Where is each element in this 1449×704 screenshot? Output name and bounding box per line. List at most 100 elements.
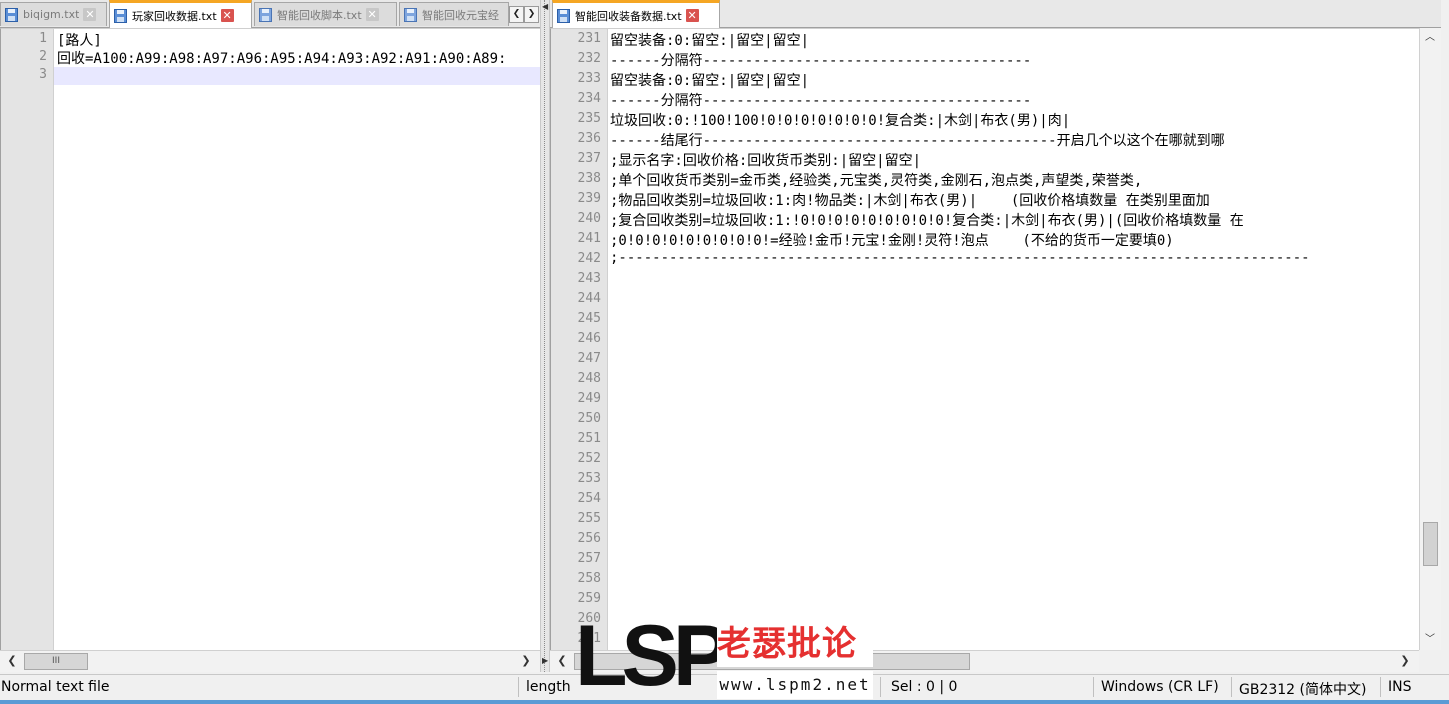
left-horizontal-scrollbar[interactable]: ❮ III ❯ bbox=[0, 650, 540, 672]
line-number: 244 bbox=[577, 291, 601, 306]
tab-scroll-left-icon[interactable]: ❮ bbox=[509, 6, 524, 23]
line-number: 240 bbox=[577, 211, 601, 226]
close-tab-icon[interactable]: ✕ bbox=[365, 8, 379, 21]
line-number: 245 bbox=[577, 311, 601, 326]
tab-label: 智能回收元宝经 bbox=[422, 8, 499, 22]
code-line: ------分隔符-------------------------------… bbox=[610, 93, 1032, 109]
scroll-right-icon[interactable]: ❯ bbox=[518, 653, 534, 669]
close-tab-icon[interactable]: ✕ bbox=[83, 8, 97, 21]
scrollbar-thumb[interactable]: III bbox=[24, 653, 88, 670]
file-save-icon bbox=[259, 7, 272, 22]
line-number-gutter: 231 232 233 234 235 236 237 238 239 240 241 242 243 2… bbox=[551, 29, 608, 650]
right-vertical-scrollbar[interactable]: ︿ ﹀ bbox=[1419, 28, 1441, 650]
window-bottom-edge bbox=[0, 700, 1449, 704]
right-tab-bar: 智能回收装备数据.txt ✕ bbox=[550, 0, 1441, 28]
line-number: 255 bbox=[577, 511, 601, 526]
tab-smart-recycle-yuanbao[interactable]: 智能回收元宝经 bbox=[399, 2, 509, 26]
line-number: 242 bbox=[577, 251, 601, 266]
line-number: 253 bbox=[577, 471, 601, 486]
code-line: 留空装备:0:留空:|留空|留空| bbox=[610, 73, 810, 89]
line-number: 237 bbox=[577, 151, 601, 166]
right-editor-pane: 智能回收装备数据.txt ✕ 231 232 233 234 235 236 237 238 2… bbox=[550, 0, 1441, 672]
tab-scroll-right-icon[interactable]: ❯ bbox=[524, 6, 539, 23]
line-number: 243 bbox=[577, 271, 601, 286]
watermark-url: www.lspm2.net bbox=[717, 671, 873, 699]
line-number: 1 bbox=[39, 31, 47, 46]
scrollbar-thumb[interactable] bbox=[1423, 522, 1438, 566]
tab-label: biqigm.txt bbox=[23, 8, 80, 21]
scroll-up-icon[interactable]: ︿ bbox=[1422, 30, 1438, 46]
code-line: ;0!0!0!0!0!0!0!0!0!=经验!金币!元宝!金刚!灵符!泡点 (不… bbox=[610, 233, 1174, 249]
splitter-grip[interactable] bbox=[544, 0, 547, 672]
line-number: 257 bbox=[577, 551, 601, 566]
line-number: 246 bbox=[577, 331, 601, 346]
line-number: 252 bbox=[577, 451, 601, 466]
status-selection: Sel : 0 | 0 bbox=[891, 679, 958, 695]
code-line: ;---------------------------------------… bbox=[610, 250, 1310, 266]
line-number: 238 bbox=[577, 171, 601, 186]
code-line: 垃圾回收:0:!100!100!0!0!0!0!0!0!0!复合类:|木剑|布衣… bbox=[610, 113, 1071, 129]
line-number: 234 bbox=[577, 91, 601, 106]
line-number: 248 bbox=[577, 371, 601, 386]
tab-label: 玩家回收数据.txt bbox=[132, 9, 217, 23]
code-line: ;显示名字:回收价格:回收货币类别:|留空|留空| bbox=[610, 153, 921, 169]
status-divider bbox=[1380, 677, 1381, 697]
watermark-logo: LSP bbox=[575, 619, 730, 699]
line-number: 254 bbox=[577, 491, 601, 506]
left-editor-pane: biqigm.txt ✕ 玩家回收数据.txt ✕ 智能回收脚本.txt ✕ 智… bbox=[0, 0, 540, 672]
tab-player-recycle-data[interactable]: 玩家回收数据.txt ✕ bbox=[109, 0, 252, 28]
tab-smart-recycle-script[interactable]: 智能回收脚本.txt ✕ bbox=[254, 2, 397, 26]
line-number: 241 bbox=[577, 231, 601, 246]
status-divider bbox=[1093, 677, 1094, 697]
scroll-left-icon[interactable]: ❮ bbox=[4, 653, 20, 669]
line-number: 233 bbox=[577, 71, 601, 86]
view-splitter[interactable]: ◀ ▶ bbox=[540, 0, 550, 672]
status-insert-mode[interactable]: INS bbox=[1388, 679, 1412, 695]
line-number: 247 bbox=[577, 351, 601, 366]
left-tab-bar: biqigm.txt ✕ 玩家回收数据.txt ✕ 智能回收脚本.txt ✕ 智… bbox=[0, 0, 540, 28]
code-line: ;复合回收类别=垃圾回收:1:!0!0!0!0!0!0!0!0!0!复合类:|木… bbox=[610, 213, 1244, 229]
line-number: 250 bbox=[577, 411, 601, 426]
current-line-highlight bbox=[54, 67, 540, 85]
line-number: 2 bbox=[39, 49, 47, 64]
status-encoding[interactable]: GB2312 (简体中文) bbox=[1239, 679, 1366, 699]
close-tab-icon[interactable]: ✕ bbox=[685, 9, 699, 22]
scroll-right-icon[interactable]: ❯ bbox=[1397, 653, 1413, 669]
right-text-area[interactable]: 231 232 233 234 235 236 237 238 239 240 241 242 243 2… bbox=[550, 28, 1419, 650]
file-save-icon bbox=[557, 8, 570, 23]
tab-biqigm[interactable]: biqigm.txt ✕ bbox=[0, 2, 107, 26]
line-number: 3 bbox=[39, 67, 47, 82]
code-line: 留空装备:0:留空:|留空|留空| bbox=[610, 33, 810, 49]
scroll-down-icon[interactable]: ﹀ bbox=[1422, 632, 1438, 648]
file-save-icon bbox=[5, 7, 18, 22]
left-text-area[interactable]: 1 2 3 [路人] 回收=A100:A99:A98:A97:A96:A95:A… bbox=[0, 28, 540, 650]
line-number: 232 bbox=[577, 51, 601, 66]
line-number: 236 bbox=[577, 131, 601, 146]
line-number: 249 bbox=[577, 391, 601, 406]
close-tab-icon[interactable]: ✕ bbox=[220, 9, 234, 22]
code-line: ------结尾行-------------------------------… bbox=[610, 133, 1225, 149]
tab-label: 智能回收装备数据.txt bbox=[575, 9, 682, 23]
splitter-arrow-icon: ◀ bbox=[542, 2, 549, 11]
code-line: ;物品回收类别=垃圾回收:1:肉!物品类:|木剑|布衣(男)| (回收价格填数量… bbox=[610, 193, 1210, 209]
code-line: ;单个回收货币类别=金币类,经验类,元宝类,灵符类,金刚石,泡点类,声望类,荣誉… bbox=[610, 173, 1143, 189]
code-line: ------分隔符-------------------------------… bbox=[610, 53, 1032, 69]
line-number: 259 bbox=[577, 591, 601, 606]
line-number: 258 bbox=[577, 571, 601, 586]
status-length: length bbox=[526, 679, 571, 695]
file-save-icon bbox=[404, 7, 417, 22]
forum-watermark: LSP 老瑟批论坛 www.lspm2.net bbox=[575, 619, 873, 699]
status-eol[interactable]: Windows (CR LF) bbox=[1101, 679, 1219, 695]
status-file-type: Normal text file bbox=[1, 679, 110, 695]
status-divider bbox=[518, 677, 519, 697]
code-line: 回收=A100:A99:A98:A97:A96:A95:A94:A93:A92:… bbox=[57, 51, 507, 67]
splitter-arrow-icon: ▶ bbox=[542, 656, 549, 665]
line-number: 239 bbox=[577, 191, 601, 206]
scroll-left-icon[interactable]: ❮ bbox=[554, 653, 570, 669]
line-number: 256 bbox=[577, 531, 601, 546]
code-line: [路人] bbox=[57, 33, 102, 49]
line-number: 251 bbox=[577, 431, 601, 446]
line-number: 231 bbox=[577, 31, 601, 46]
tab-smart-recycle-equipment-data[interactable]: 智能回收装备数据.txt ✕ bbox=[552, 0, 720, 28]
status-divider bbox=[880, 677, 881, 697]
